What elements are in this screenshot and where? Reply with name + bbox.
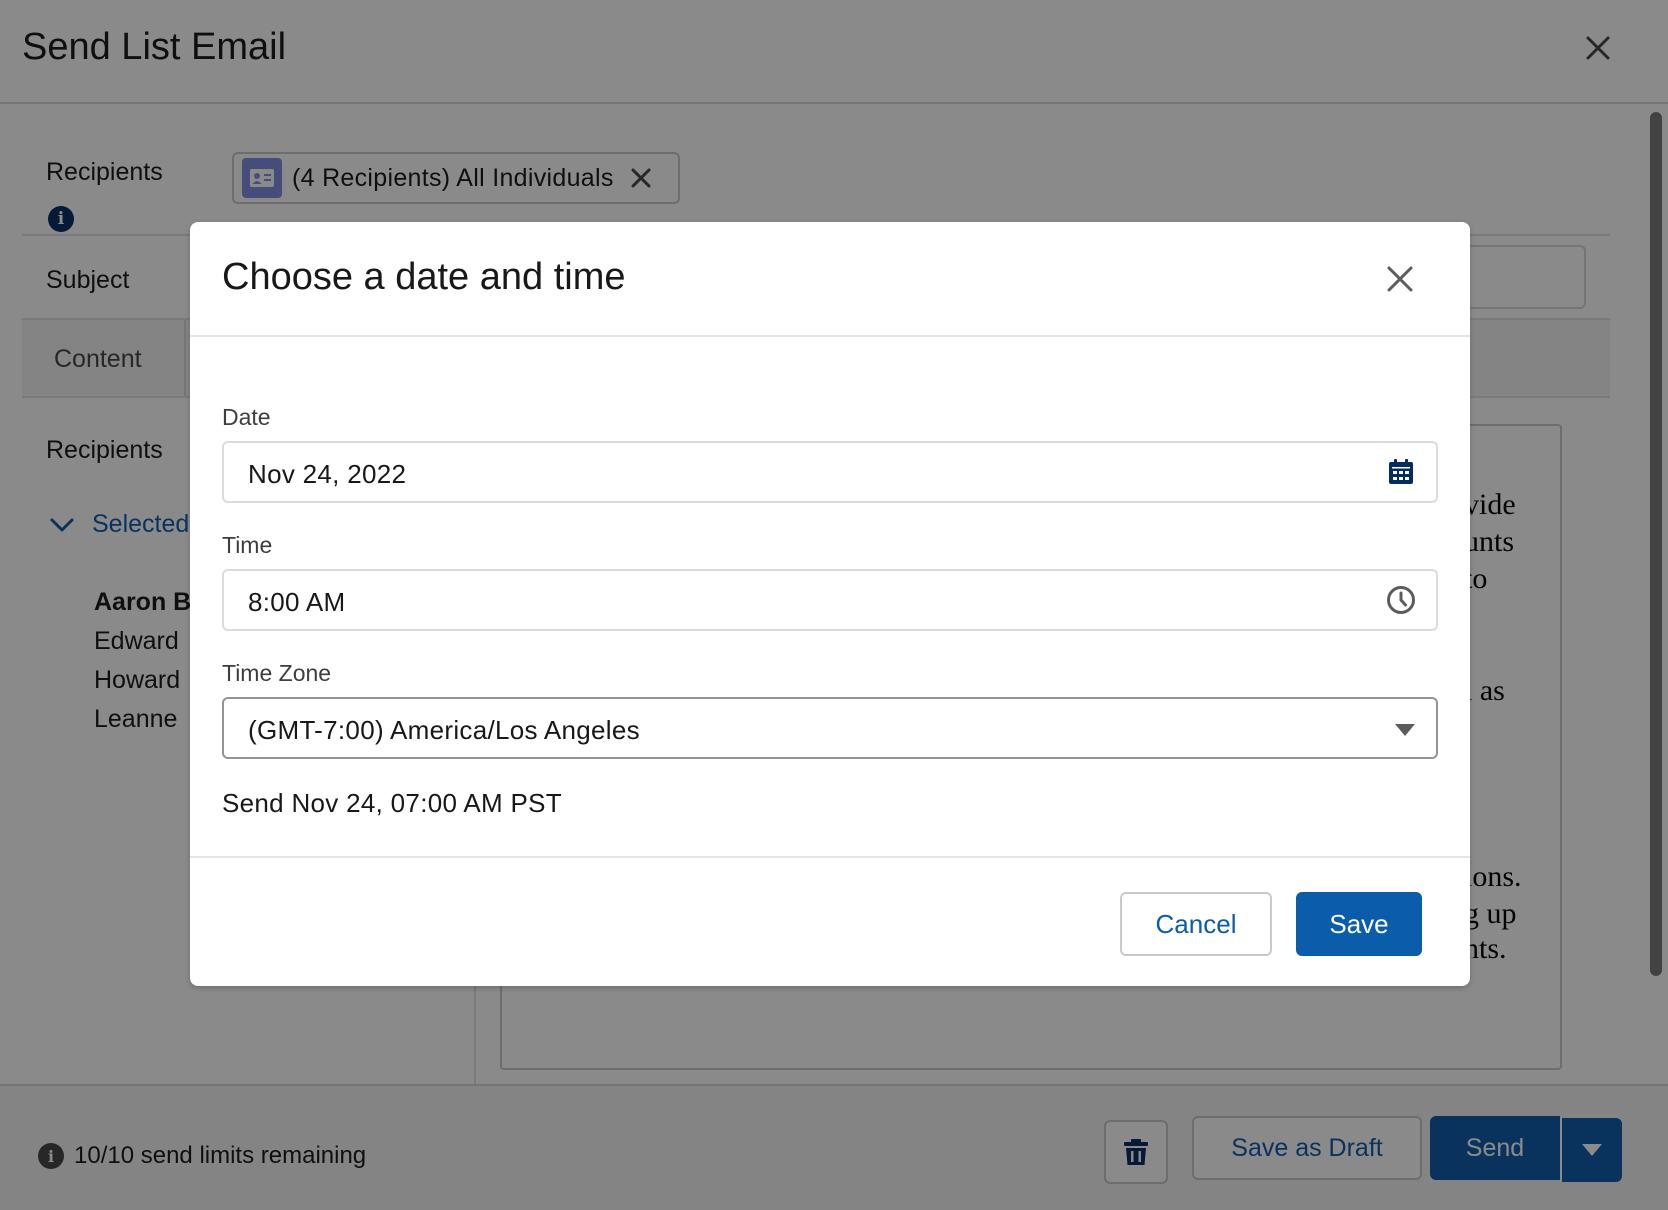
modal-title: Choose a date and time bbox=[222, 256, 626, 298]
date-time-modal: Choose a date and time Date Nov 24, 2022… bbox=[190, 222, 1470, 986]
send-summary: Send Nov 24, 07:00 AM PST bbox=[222, 788, 562, 818]
cancel-button[interactable]: Cancel bbox=[1120, 892, 1272, 956]
date-value: Nov 24, 2022 bbox=[248, 459, 407, 489]
date-label: Date bbox=[222, 404, 271, 430]
date-field[interactable]: Nov 24, 2022 bbox=[222, 441, 1438, 503]
modal-footer: Cancel Save bbox=[190, 856, 1470, 986]
calendar-icon[interactable] bbox=[1386, 457, 1416, 487]
clock-icon[interactable] bbox=[1386, 585, 1416, 615]
chevron-down-icon bbox=[1395, 724, 1415, 736]
timezone-value: (GMT-7:00) America/Los Angeles bbox=[248, 715, 640, 745]
time-label: Time bbox=[222, 532, 273, 558]
time-field[interactable]: 8:00 AM bbox=[222, 569, 1438, 631]
time-value: 8:00 AM bbox=[248, 587, 346, 617]
timezone-select[interactable]: (GMT-7:00) America/Los Angeles bbox=[222, 697, 1438, 759]
timezone-label: Time Zone bbox=[222, 660, 332, 686]
close-icon bbox=[1387, 266, 1413, 291]
save-button[interactable]: Save bbox=[1296, 892, 1422, 956]
modal-close-button[interactable] bbox=[1382, 262, 1418, 298]
modal-header: Choose a date and time bbox=[190, 222, 1470, 337]
